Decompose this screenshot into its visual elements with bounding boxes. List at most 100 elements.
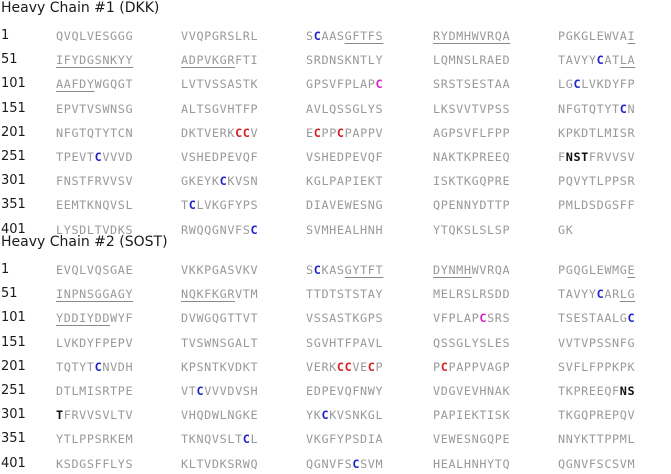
residue-group: EVQLVQSGAE [56, 263, 134, 277]
chain-title: Heavy Chain #2 (SOST) [1, 234, 168, 250]
residue-group: VFPLAPCSRS [433, 311, 511, 326]
residue-group: NFGTQTYTCN [558, 101, 636, 116]
cysteine-magenta: C [375, 77, 384, 92]
residue-group: LKSVVTVPSS [433, 101, 511, 116]
residue-group: GK [558, 222, 574, 237]
residue-group: EDPEVQFNWY [306, 384, 384, 398]
residue-group: HEALHNHYTQ [433, 456, 511, 471]
residue-group: TQTYTCNVDH [56, 359, 134, 374]
residue-group: PAPIEKTISK [433, 408, 511, 423]
residue-number: 1 [1, 28, 10, 43]
cysteine-blue: C [619, 101, 628, 116]
residue-group: MELRSLRSDD [433, 287, 511, 302]
cdr-underline: LG [619, 287, 636, 302]
residue-group: TCLVKGFYPS [181, 198, 259, 213]
cysteine-blue: C [250, 222, 259, 237]
cdr-underline: IFYDGSNKYY [56, 53, 134, 68]
residue-group: VDGVEVHNAK [433, 384, 511, 398]
residue-group: LVTVSSASTK [181, 77, 259, 92]
sequence-row: 251 DTLMISRTPE VTCVVVDVSH EDPEVQFNWY VDGVEVH… [0, 381, 671, 401]
residue-group: QSSGLYSLES [433, 335, 511, 350]
residue-number: 151 [1, 100, 26, 116]
residue-group: GKEYKCKVSN [181, 174, 259, 189]
residue-group: VVTVPSSNFG [558, 335, 636, 350]
glycosylation-site: T [56, 408, 64, 423]
residue-group: YDDIYDDWYF [56, 311, 134, 326]
residue-group: TKNQVSLTCL [181, 432, 259, 447]
residue-group: ISKTKGQPRE [433, 174, 511, 189]
residue-group: DVWGQGTTVT [181, 311, 259, 326]
residue-group: NFGTQTYTCN [56, 125, 134, 140]
sequence-row: 151 LVKDYFPEPV TVSWNSGALT SGVHTFPAVL QSSGLYS… [0, 333, 671, 353]
residue-group: YTQKSLSLSP [433, 222, 511, 237]
residue-group: QPENNYDTTP [433, 198, 511, 213]
cysteine-blue: C [321, 408, 330, 423]
residue-group: ADPVKGRFTI [181, 53, 259, 68]
residue-number: 251 [1, 149, 26, 164]
residue-group: TAVYYCATLA [558, 53, 636, 68]
residue-group: FNSTFRVVSV [56, 174, 134, 189]
residue-group: PGKGLEWVAI [558, 29, 636, 43]
residue-group: TFRVVSVLTV [56, 408, 134, 423]
sequence-row: 201 NFGTQTYTCN DKTVERKCCV ECPPCPAPPV AGPSVFL… [0, 123, 671, 143]
sequence-row: 351 YTLPPSRKEM TKNQVSLTCL VKGFYPSDIA VEWESNG… [0, 429, 671, 449]
residue-number: 151 [1, 334, 26, 350]
sequence-row: 401 KSDGSFFLYS KLTVDKSRWQ QGNVFSCSVM HEALHNH… [0, 454, 671, 474]
cdr-underline: RYDMHWVRQA [433, 29, 511, 43]
cysteine-blue: C [196, 384, 205, 398]
cdr-underline: AAFDY [56, 77, 95, 92]
residue-group: AAFDYWGQGT [56, 77, 134, 92]
residue-group: AVLQSSGLYS [306, 101, 384, 116]
residue-group: NNYKTTPPML [558, 432, 636, 447]
residue-group: SCAASGFTFS [306, 29, 384, 43]
cysteine-blue: C [94, 359, 103, 374]
residue-group: KPKDTLMISR [558, 125, 636, 140]
residue-group: TVSWNSGALT [181, 335, 259, 350]
residue-group: TKPREEQFNS [558, 384, 636, 398]
residue-group: KPSNTKVDKT [181, 359, 259, 374]
residue-group: DKTVERKCCV [181, 125, 259, 140]
cysteine-blue: C [352, 456, 361, 471]
residue-group: ECPPCPAPPV [306, 125, 384, 140]
residue-group: PMLDSDGSFF [558, 198, 636, 213]
cdr-underline: DYNMH [433, 263, 472, 277]
residue-group: QVQLVESGGG [56, 29, 134, 43]
residue-group: QGNVFSCSVM [306, 456, 384, 471]
residue-group: KGLPAPIEKT [306, 174, 384, 189]
residue-number: 201 [1, 358, 26, 374]
residue-group: TPEVTCVVVD [56, 150, 134, 164]
cysteine-red: CC [336, 359, 353, 374]
residue-number: 1 [1, 262, 10, 277]
cysteine-red: C [336, 125, 345, 140]
residue-number: 51 [1, 52, 18, 68]
residue-group: SVFLFPPKPK [558, 359, 636, 374]
glycosylation-site: NST [565, 150, 589, 164]
residue-group: SRSTSESTAA [433, 77, 511, 92]
cysteine-magenta: C [479, 311, 488, 326]
cysteine-blue: C [313, 29, 322, 43]
residue-group: VHQDWLNGKE [181, 408, 259, 423]
residue-number: 351 [1, 431, 26, 447]
residue-group: PGQGLEWMGE [558, 263, 636, 277]
residue-group: VTCVVVDVSH [181, 384, 259, 398]
residue-group: VSSASTKGPS [306, 311, 384, 326]
residue-group: VKKPGASVKV [181, 263, 259, 277]
sequence-row: 51 IFYDGSNKYY ADPVKGRFTI SRDNSKNTLY LQMNSLRA… [0, 50, 671, 70]
residue-group: TKGQPREPQV [558, 408, 636, 423]
residue-group: SRDNSKNTLY [306, 53, 384, 68]
residue-number: 251 [1, 383, 26, 398]
cdr-underline: ADPVKGR [181, 53, 236, 68]
sequence-row: 1 QVQLVESGGG VVQPGRSLRL SCAASGFTFS RYDMHWVRQ… [0, 26, 671, 46]
residue-number: 301 [1, 173, 26, 189]
residue-number: 351 [1, 197, 26, 213]
sequence-row: 151 EPVTVSWNSG ALTSGVHTFP AVLQSSGLYS LKSVVTV… [0, 99, 671, 119]
residue-group: FNSTFRVVSV [558, 150, 636, 164]
cdr-underline: YDDIYDD [56, 311, 111, 326]
residue-number: 51 [1, 286, 18, 302]
cdr-underline: LA [619, 53, 636, 68]
sequence-row: 1 EVQLVQSGAE VKKPGASVKV SCKASGYTFT DYNMHWVRQ… [0, 260, 671, 280]
residue-group: VKGFYPSDIA [306, 432, 384, 447]
residue-group: EEMTKNQVSL [56, 198, 134, 213]
cdr-underline: GFTFS [344, 29, 384, 43]
cysteine-red: C [313, 125, 322, 140]
